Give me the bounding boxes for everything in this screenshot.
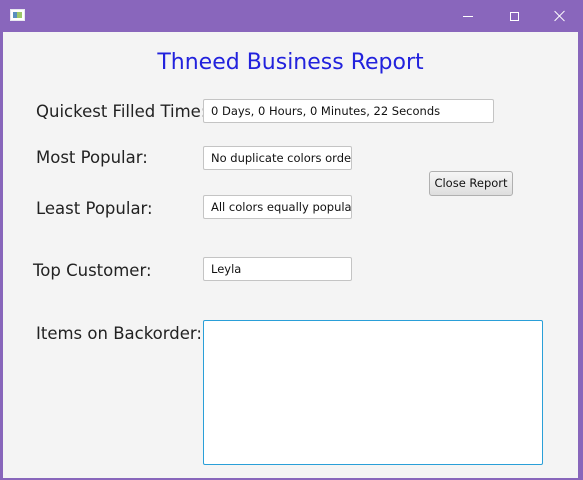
report-window: Thneed Business Report Quickest Filled T… — [0, 0, 583, 480]
least-popular-field[interactable]: All colors equally popular — [203, 195, 352, 219]
top-customer-label: Top Customer: — [33, 261, 152, 280]
top-customer-field[interactable]: Leyla — [203, 257, 352, 281]
minimize-button[interactable] — [445, 0, 491, 32]
quickest-filled-label: Quickest Filled Time: — [36, 102, 207, 121]
title-bar[interactable] — [0, 0, 583, 32]
app-icon — [10, 9, 25, 21]
close-window-button[interactable] — [537, 0, 583, 32]
report-title: Thneed Business Report — [157, 50, 424, 75]
close-report-button[interactable]: Close Report — [429, 171, 513, 196]
report-content: Thneed Business Report Quickest Filled T… — [3, 32, 578, 478]
maximize-button[interactable] — [491, 0, 537, 32]
backorder-label: Items on Backorder: — [36, 324, 202, 343]
minimize-icon — [463, 15, 473, 17]
most-popular-field[interactable]: No duplicate colors order — [203, 146, 352, 170]
quickest-filled-field[interactable]: 0 Days, 0 Hours, 0 Minutes, 22 Seconds — [203, 99, 494, 123]
close-icon — [554, 10, 566, 22]
least-popular-label: Least Popular: — [36, 199, 153, 218]
most-popular-label: Most Popular: — [36, 148, 148, 167]
maximize-icon — [509, 11, 519, 21]
backorder-textarea[interactable] — [203, 320, 543, 465]
